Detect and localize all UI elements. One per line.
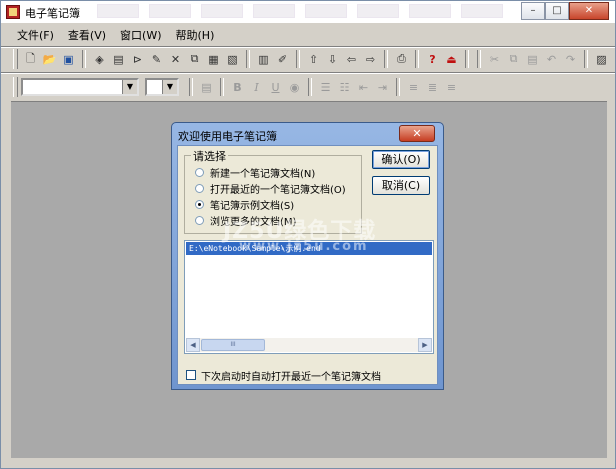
title-bar: 电子笔记簿 – □ ✕ [1,1,615,23]
outdent-icon[interactable]: ⇤ [354,77,373,97]
exit-icon[interactable]: ⏏ [442,49,461,69]
paragraph-icon[interactable]: ▤ [197,77,216,97]
format-toolbar: ▼ ▼ ▤ B I U ◉ ☰ ☷ ⇤ ⇥ ≡ ≣ ≡ [13,75,461,99]
open-folder-icon[interactable]: 📂 [40,49,59,69]
left-arrow-icon[interactable]: ⇦ [342,49,361,69]
auto-open-checkbox[interactable] [186,370,196,380]
cancel-button[interactable]: 取消(C) [372,176,430,195]
radio-label: 打开最近的一个笔记簿文档(O) [210,184,346,196]
radio-open-recent[interactable]: 打开最近的一个笔记簿文档(O) [195,181,346,196]
chevron-down-icon[interactable]: ▼ [122,80,137,94]
notebook-app-icon [6,5,20,19]
close-button[interactable]: ✕ [569,2,609,20]
menu-file[interactable]: 文件(F) [1,27,61,45]
checkbox-label: 下次启动时自动打开最近一个笔记簿文档 [201,371,381,383]
restore-button[interactable]: □ [545,2,569,20]
radio-button[interactable] [195,199,204,209]
page-icon[interactable]: ▧ [223,49,242,69]
copy2-icon[interactable]: ⧉ [504,49,523,69]
radio-button[interactable] [195,183,204,193]
font-combobox[interactable]: ▼ [21,78,139,96]
toolbar-divider [1,72,615,74]
notebook-icon[interactable]: ▤ [109,49,128,69]
file-listbox[interactable]: E:\eNotebook\Sample\示例.end ◀ III ▶ [184,240,434,354]
radio-label: 笔记簿示例文档(S) [210,200,295,212]
scroll-track[interactable]: III [200,338,418,352]
scroll-thumb[interactable]: III [201,339,265,351]
highlight-icon[interactable]: ◉ [285,77,304,97]
edit-icon[interactable]: ✐ [273,49,292,69]
paste-icon[interactable]: ▦ [204,49,223,69]
redo-icon[interactable]: ↷ [561,49,580,69]
radio-new-notebook[interactable]: 新建一个笔记簿文档(N) [195,165,316,180]
close-icon[interactable]: ✕ [166,49,185,69]
down-arrow-icon[interactable]: ⇩ [323,49,342,69]
radio-button[interactable] [195,215,204,225]
radio-label: 新建一个笔记簿文档(N) [210,168,316,180]
copy-icon[interactable]: ⧉ [185,49,204,69]
scissors-icon[interactable]: ✂ [485,49,504,69]
export-icon[interactable]: ▥ [254,49,273,69]
window-title: 电子笔记簿 [25,7,80,20]
taskbar-ghost-tabs [97,4,503,20]
horizontal-scrollbar[interactable]: ◀ III ▶ [186,338,432,352]
welcome-dialog: 欢迎使用电子笔记簿 ✕ 请选择 新建一个笔记簿文档(N) 打开最近的一个笔记簿文… [171,122,444,390]
paste2-icon[interactable]: ▤ [523,49,542,69]
print-icon[interactable]: ⎙ [392,49,411,69]
menu-bar: 文件(F) 查看(V) 窗口(W) 帮助(H) [1,27,221,45]
pen-icon[interactable]: ✎ [147,49,166,69]
dialog-body: 请选择 新建一个笔记簿文档(N) 打开最近的一个笔记簿文档(O) 笔记簿示例文档… [177,145,438,385]
bold-button[interactable]: B [228,77,247,97]
toolbar-grip[interactable] [13,49,18,69]
group-label: 请选择 [191,148,228,164]
underline-button[interactable]: U [266,77,285,97]
app-window: 电子笔记簿 – □ ✕ 文件(F) 查看(V) 窗口(W) 帮助(H) 🗋 📂 … [0,0,616,469]
up-arrow-icon[interactable]: ⇧ [304,49,323,69]
menu-view[interactable]: 查看(V) [61,27,113,45]
radio-button[interactable] [195,167,204,177]
menu-help[interactable]: 帮助(H) [169,27,222,45]
indent-icon[interactable]: ⇥ [373,77,392,97]
main-toolbar: 🗋 📂 ▣ ◈ ▤ ⊳ ✎ ✕ ⧉ ▦ ▧ ▥ ✐ ⇧ ⇩ ⇦ ⇨ ⎙ ? ⏏ … [13,47,615,71]
format-toolbar-grip[interactable] [13,77,18,97]
dialog-title: 欢迎使用电子笔记簿 [178,130,277,143]
anchor-icon[interactable]: ⚓ [611,49,615,69]
ok-button[interactable]: 确认(O) [372,150,430,169]
bullet-list-icon[interactable]: ☷ [335,77,354,97]
window-controls: – □ ✕ [521,2,609,20]
radio-sample[interactable]: 笔记簿示例文档(S) [195,197,295,212]
italic-button[interactable]: I [247,77,266,97]
chevron-down-icon[interactable]: ▼ [162,80,177,94]
book-icon[interactable]: ◈ [90,49,109,69]
align-center-icon[interactable]: ≣ [423,77,442,97]
minimize-button[interactable]: – [521,2,545,20]
scroll-left-icon[interactable]: ◀ [186,338,200,352]
undo-icon[interactable]: ↶ [542,49,561,69]
scroll-right-icon[interactable]: ▶ [418,338,432,352]
watermark-url: www.jz5u.com [239,239,369,254]
numbered-list-icon[interactable]: ☰ [316,77,335,97]
align-right-icon[interactable]: ≡ [442,77,461,97]
new-document-icon[interactable]: 🗋 [21,49,40,69]
auto-open-checkbox-row[interactable]: 下次启动时自动打开最近一个笔记簿文档 [186,368,381,383]
font-size-combobox[interactable]: ▼ [145,78,179,96]
dialog-close-button[interactable]: ✕ [399,125,435,142]
align-left-icon[interactable]: ≡ [404,77,423,97]
right-arrow-icon[interactable]: ⇨ [361,49,380,69]
save-icon[interactable]: ▣ [59,49,78,69]
menu-window[interactable]: 窗口(W) [113,27,168,45]
image-icon[interactable]: ▨ [592,49,611,69]
help-icon[interactable]: ? [423,49,442,69]
cut-icon[interactable]: ⊳ [128,49,147,69]
